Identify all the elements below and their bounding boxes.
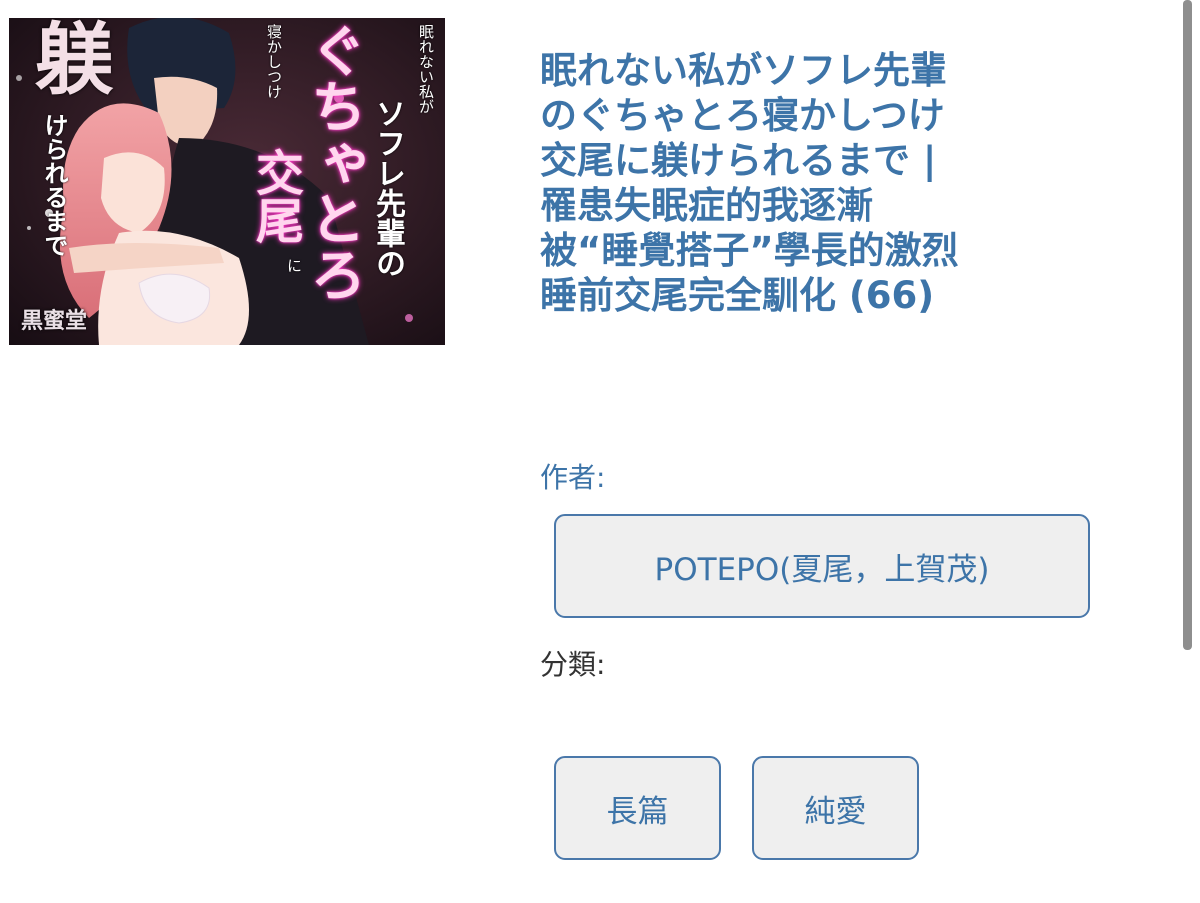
cover-caption-7: 躾 xyxy=(22,18,113,96)
comic-title[interactable]: 眠れない私がソフレ先輩のぐちゃとろ寝かしつけ交尾に躾けられるまで | 罹患失眠症… xyxy=(540,48,960,318)
author-label: 作者: xyxy=(540,461,606,494)
publisher-logo: 黒蜜堂 xyxy=(21,309,88,334)
tag-button-long-story[interactable]: 長篇 xyxy=(554,756,721,860)
category-label: 分類: xyxy=(540,648,606,681)
cover-caption-6: に xyxy=(285,258,303,273)
cover-image[interactable]: 眠れない私が ソフレ先輩の 寝かしつけ ぐちゃとろ 交尾 に 躾 けられるまで … xyxy=(9,18,445,345)
cover-caption-3: 寝かしつけ xyxy=(265,24,283,99)
author-button[interactable]: POTEPO(夏尾，上賀茂) xyxy=(554,514,1090,618)
comic-detail-page: 眠れない私が ソフレ先輩の 寝かしつけ ぐちゃとろ 交尾 に 躾 けられるまで … xyxy=(0,0,1200,903)
cover-caption-1: 眠れない私が xyxy=(417,24,435,114)
cover-caption-8: けられるまで xyxy=(40,113,69,257)
vertical-scrollbar[interactable] xyxy=(1183,0,1192,650)
tag-button-pure-love[interactable]: 純愛 xyxy=(752,756,919,860)
cover-caption-5: 交尾 xyxy=(247,148,303,244)
